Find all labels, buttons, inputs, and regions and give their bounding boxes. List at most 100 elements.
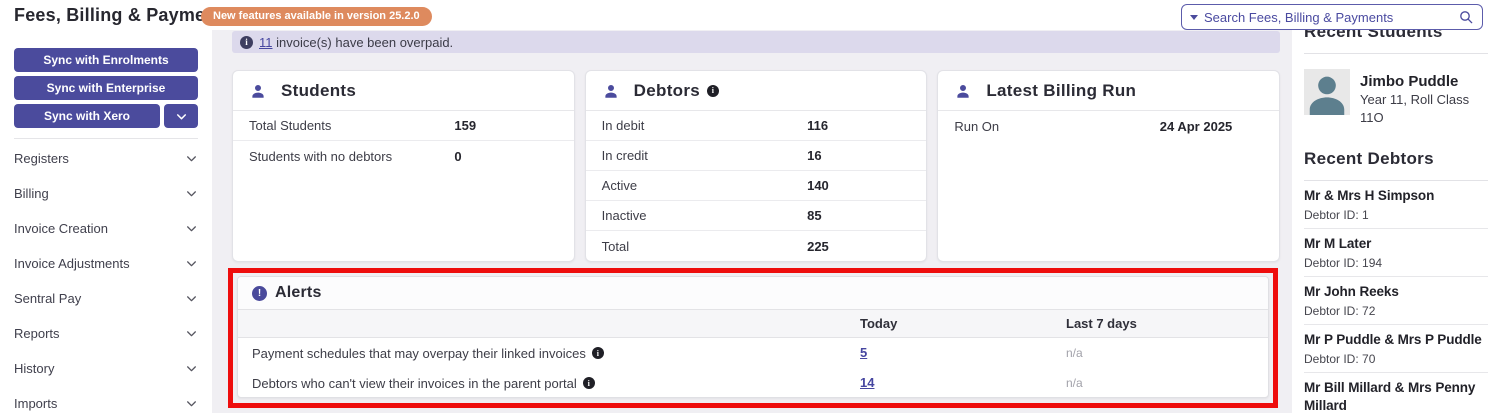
- summary-cards: Students Total Students 159 Students wit…: [232, 70, 1281, 262]
- debtor-list-item[interactable]: Mr John Reeks Debtor ID: 72: [1304, 277, 1488, 325]
- recent-student-item[interactable]: Jimbo Puddle Year 11, Roll Class 11O: [1304, 69, 1488, 127]
- left-sidebar: Sync with Enrolments Sync with Enterpris…: [0, 30, 212, 413]
- chevron-down-icon: [185, 362, 198, 375]
- debtors-card: Debtors In debit 116 In credit 16 Active…: [584, 70, 928, 262]
- students-card: Students Total Students 159 Students wit…: [232, 70, 575, 262]
- alerts-panel: Alerts Today Last 7 days Payment schedul…: [237, 276, 1269, 398]
- stat-row: In credit 16: [585, 141, 927, 171]
- stat-value: 24 Apr 2025: [1159, 118, 1233, 134]
- fees-billing-payments-page: Recent Students Jimbo Puddle Year 11, Ro…: [0, 0, 1500, 413]
- chevron-down-icon: [185, 152, 198, 165]
- stat-value: 85: [807, 208, 822, 223]
- alerts-title: Alerts: [275, 284, 322, 301]
- stat-label: Run On: [954, 118, 1000, 134]
- red-highlight-annotation: Alerts Today Last 7 days Payment schedul…: [228, 268, 1278, 408]
- avatar-person-icon: [1309, 76, 1345, 115]
- column-header-last7days: Last 7 days: [1066, 316, 1137, 331]
- alerts-table-header: Today Last 7 days: [238, 309, 1268, 338]
- chevron-down-icon: [185, 292, 198, 305]
- card-title: Debtors: [633, 80, 701, 100]
- alert-row: Payment schedules that may overpay their…: [238, 338, 1268, 368]
- sync-xero-dropdown-button[interactable]: [164, 104, 198, 128]
- debtor-id: Debtor ID: 1: [1304, 208, 1369, 222]
- alert-label-wrap: Payment schedules that may overpay their…: [238, 346, 860, 361]
- stat-value: 116: [807, 118, 829, 133]
- sidebar-item-billing[interactable]: Billing: [14, 176, 198, 211]
- chevron-down-icon: [185, 187, 198, 200]
- card-title: Students: [281, 80, 357, 100]
- chevron-down-icon: [185, 327, 198, 340]
- alert-label: Payment schedules that may overpay their…: [252, 345, 586, 361]
- debtor-list-item[interactable]: Mr M Later Debtor ID: 194: [1304, 229, 1488, 277]
- chevron-down-icon: [176, 113, 186, 119]
- overpaid-info-banner: 11 invoice(s) have been overpaid.: [232, 31, 1280, 53]
- card-title-wrap: Debtors: [633, 80, 720, 101]
- recent-debtors-heading: Recent Debtors: [1304, 149, 1434, 168]
- debtor-list-item[interactable]: Mr P Puddle & Mrs P Puddle Debtor ID: 70: [1304, 325, 1488, 373]
- divider: [1304, 53, 1488, 54]
- stat-value: 16: [807, 148, 822, 163]
- sync-enrolments-button[interactable]: Sync with Enrolments: [14, 48, 198, 72]
- debtor-id: Debtor ID: 72: [1304, 304, 1376, 318]
- alert-today-link[interactable]: 14: [860, 375, 874, 390]
- sync-enterprise-button[interactable]: Sync with Enterprise: [14, 76, 198, 100]
- chevron-down-icon: [185, 222, 198, 235]
- nav-label: Invoice Creation: [14, 221, 108, 236]
- recent-debtors-list: Mr & Mrs H Simpson Debtor ID: 1 Mr M Lat…: [1304, 181, 1488, 413]
- nav-label: Billing: [14, 186, 49, 201]
- nav-label: History: [14, 361, 55, 376]
- debtor-list-item[interactable]: Mr & Mrs H Simpson Debtor ID: 1: [1304, 181, 1488, 229]
- debtor-name: Mr Bill Millard & Mrs Penny Millard: [1304, 380, 1476, 413]
- sync-xero-button[interactable]: Sync with Xero: [14, 104, 160, 128]
- divider: [14, 138, 198, 139]
- stat-value: 0: [454, 148, 462, 164]
- sidebar-item-history[interactable]: History: [14, 351, 198, 386]
- stat-row: In debit 116: [585, 111, 927, 141]
- nav-label: Registers: [14, 151, 69, 166]
- sidebar-item-reports[interactable]: Reports: [14, 316, 198, 351]
- search-input[interactable]: [1204, 9, 1458, 25]
- nav-label: Invoice Adjustments: [14, 256, 130, 271]
- stat-row: Total Students 159: [233, 111, 574, 141]
- stat-row: Inactive 85: [585, 201, 927, 231]
- module-search[interactable]: [1181, 4, 1483, 30]
- overpaid-count-link[interactable]: 11: [259, 35, 273, 50]
- search-icon[interactable]: [1458, 9, 1474, 25]
- stat-label: Inactive: [601, 208, 647, 223]
- alert-today-link[interactable]: 5: [860, 345, 867, 360]
- stat-value: 140: [807, 178, 829, 193]
- stat-row: Active 140: [585, 171, 927, 201]
- alert-last7-value: n/a: [1066, 346, 1083, 360]
- student-avatar: [1304, 69, 1350, 115]
- chevron-down-icon: [185, 257, 198, 270]
- stat-label: Students with no debtors: [249, 148, 393, 164]
- sidebar-item-invoice-creation[interactable]: Invoice Creation: [14, 211, 198, 246]
- stat-row: Students with no debtors 0: [233, 141, 574, 171]
- info-icon[interactable]: [591, 347, 604, 359]
- latest-billing-run-card: Latest Billing Run Run On 24 Apr 2025: [937, 70, 1281, 262]
- info-icon[interactable]: [707, 84, 720, 97]
- nav-label: Imports: [14, 396, 58, 411]
- stat-value: 225: [807, 238, 829, 254]
- stat-label: In credit: [601, 148, 648, 163]
- stat-value: 159: [454, 118, 477, 133]
- sidebar-item-registers[interactable]: Registers: [14, 141, 198, 176]
- debtor-name: Mr M Later: [1304, 236, 1372, 251]
- alert-label-wrap: Debtors who can't view their invoices in…: [238, 376, 860, 391]
- debtor-id: Debtor ID: 70: [1304, 352, 1376, 366]
- sidebar-item-invoice-adjustments[interactable]: Invoice Adjustments: [14, 246, 198, 281]
- student-name: Jimbo Puddle: [1360, 73, 1459, 90]
- sidebar-item-sentral-pay[interactable]: Sentral Pay: [14, 281, 198, 316]
- debtor-id: Debtor ID: 194: [1304, 256, 1383, 270]
- banner-message: invoice(s) have been overpaid.: [276, 34, 454, 50]
- info-icon[interactable]: [582, 377, 595, 389]
- banner-text: 11 invoice(s) have been overpaid.: [259, 35, 453, 50]
- person-icon: [605, 84, 617, 98]
- column-header-today: Today: [860, 316, 898, 331]
- debtor-list-item[interactable]: Mr Bill Millard & Mrs Penny Millard Debt…: [1304, 373, 1488, 413]
- version-badge: New features available in version 25.2.0: [201, 7, 432, 26]
- search-scope-caret-icon[interactable]: [1190, 14, 1198, 20]
- sidebar-item-imports[interactable]: Imports: [14, 386, 198, 413]
- stat-label: Total Students: [249, 118, 332, 133]
- nav-label: Sentral Pay: [14, 291, 82, 306]
